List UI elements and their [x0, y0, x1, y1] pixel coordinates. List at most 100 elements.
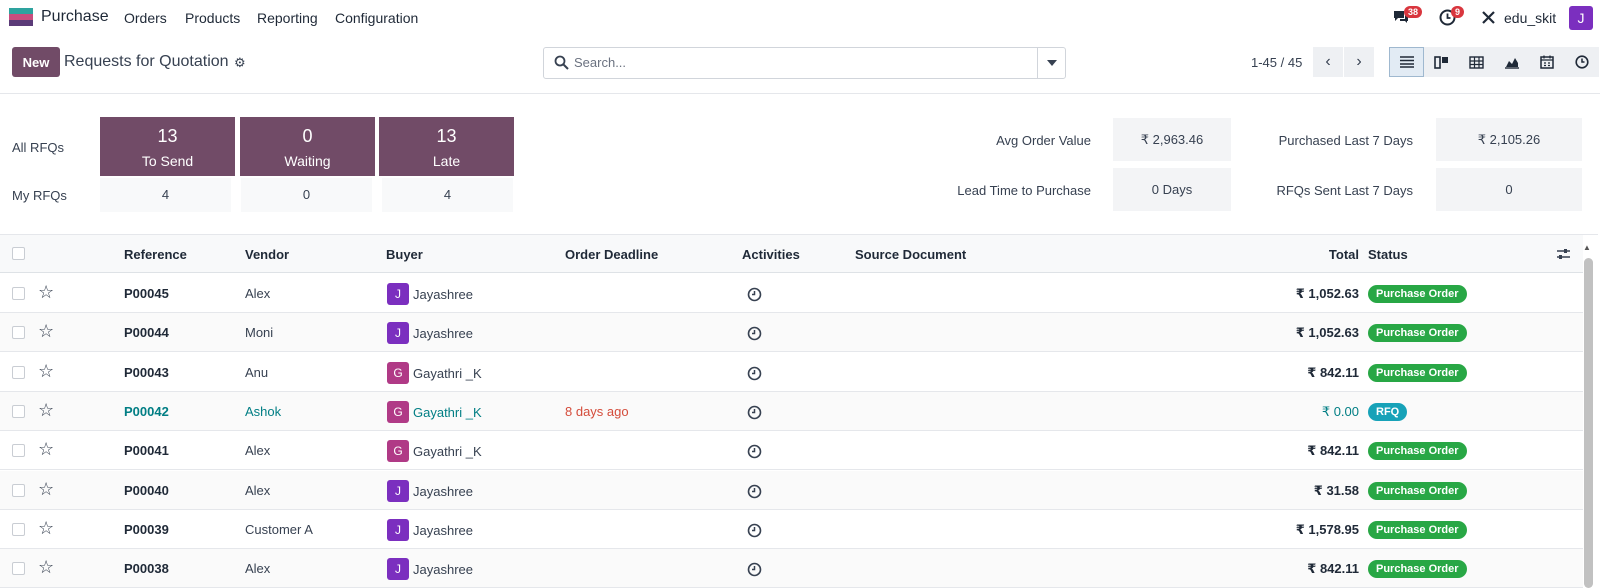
lead-time-value: 0 Days — [1113, 168, 1231, 211]
row-checkbox[interactable] — [12, 287, 25, 300]
tile-waiting[interactable]: 0 Waiting — [240, 117, 375, 176]
star-icon[interactable]: ☆ — [38, 439, 54, 460]
pager-value[interactable]: 1-45 / 45 — [1251, 55, 1302, 70]
menu-orders[interactable]: Orders — [124, 10, 167, 26]
activity-clock-icon[interactable] — [747, 523, 762, 541]
purchased-last-7-days-value: ₹ 2,105.26 — [1436, 118, 1582, 161]
activity-clock-icon[interactable] — [747, 484, 762, 502]
row-reference: P00039 — [124, 521, 169, 537]
user-name[interactable]: edu_skit — [1504, 10, 1556, 26]
row-total: ₹ 842.11 — [1307, 561, 1359, 577]
calendar-view-button[interactable] — [1529, 47, 1564, 77]
row-vendor: Customer A — [245, 521, 313, 537]
star-icon[interactable]: ☆ — [38, 479, 54, 500]
row-checkbox[interactable] — [12, 326, 25, 340]
col-buyer[interactable]: Buyer — [386, 247, 423, 262]
activity-clock-icon[interactable] — [747, 405, 762, 423]
gear-icon[interactable]: ⚙ — [234, 55, 246, 71]
menu-products[interactable]: Products — [185, 10, 240, 26]
row-total: ₹ 1,052.63 — [1295, 286, 1359, 301]
tile-label: To Send — [141, 153, 194, 169]
scrollbar[interactable] — [1584, 258, 1593, 588]
row-checkbox[interactable] — [12, 483, 25, 497]
row-reference: P00040 — [124, 482, 169, 498]
col-status[interactable]: Status — [1368, 247, 1408, 262]
row-checkbox[interactable] — [12, 522, 25, 536]
row-buyer: Jayashree — [413, 483, 473, 499]
table-row[interactable]: ☆ P00038 Alex J Jayashree ₹ 842.11 Purchase Or… — [0, 549, 1583, 588]
activity-clock-icon[interactable] — [747, 287, 762, 305]
buyer-avatar: J — [387, 283, 409, 305]
row-vendor: Alex — [245, 482, 271, 498]
tile-late[interactable]: 13 Late — [379, 117, 514, 176]
status-badge: Purchase Order — [1368, 285, 1467, 303]
star-icon[interactable]: ☆ — [38, 282, 54, 303]
star-icon[interactable]: ☆ — [38, 321, 54, 342]
buyer-avatar: G — [387, 361, 409, 384]
list-icon — [1399, 56, 1414, 68]
col-source-document[interactable]: Source Document — [855, 247, 966, 262]
buyer-avatar: G — [387, 400, 409, 423]
new-button[interactable]: New — [12, 47, 60, 77]
star-icon[interactable]: ☆ — [38, 518, 54, 539]
col-reference[interactable]: Reference — [124, 247, 187, 262]
star-icon[interactable]: ☆ — [38, 361, 54, 382]
avg-order-value-label: Avg Order Value — [996, 133, 1091, 148]
table-row[interactable]: ☆ P00044 Moni J Jayashree ₹ 1,052.63 Purchase … — [0, 313, 1583, 353]
lead-time-label: Lead Time to Purchase — [957, 183, 1091, 198]
table-row[interactable]: ☆ P00041 Alex G Gayathri _K ₹ 842.11 Purchase … — [0, 431, 1583, 471]
activity-clock-icon[interactable] — [747, 326, 762, 344]
tile-to-send[interactable]: 13 To Send — [100, 117, 235, 176]
row-checkbox[interactable] — [12, 365, 25, 379]
col-activities[interactable]: Activities — [742, 247, 800, 262]
row-checkbox[interactable] — [12, 444, 25, 458]
row-checkbox[interactable] — [12, 562, 25, 576]
my-late-count[interactable]: 4 — [382, 178, 513, 212]
row-vendor: Alex — [245, 286, 271, 301]
col-order-deadline[interactable]: Order Deadline — [565, 247, 658, 262]
col-total[interactable]: Total — [1300, 247, 1359, 262]
row-checkbox[interactable] — [12, 404, 25, 418]
table-row[interactable]: ☆ P00045 Alex J Jayashree ₹ 1,052.63 Purchase … — [0, 274, 1583, 313]
menu-configuration[interactable]: Configuration — [335, 10, 418, 26]
pivot-view-button[interactable] — [1459, 47, 1494, 77]
col-vendor[interactable]: Vendor — [245, 247, 289, 262]
app-logo-icon[interactable] — [9, 8, 33, 26]
select-all-checkbox[interactable] — [12, 247, 25, 260]
scroll-up-arrow[interactable]: ▲ — [1583, 243, 1591, 252]
row-reference: P00038 — [124, 561, 169, 577]
avg-order-value: ₹ 2,963.46 — [1113, 118, 1231, 161]
list-view-button[interactable] — [1389, 47, 1424, 77]
activity-clock-icon[interactable] — [747, 444, 762, 462]
search-input[interactable] — [574, 55, 1014, 70]
row-vendor: Moni — [245, 325, 274, 341]
menu-reporting[interactable]: Reporting — [257, 10, 318, 26]
my-to-send-count[interactable]: 4 — [100, 178, 231, 212]
row-reference: P00043 — [124, 364, 169, 380]
optional-columns-toggle[interactable] — [1556, 247, 1571, 264]
debug-tools-button[interactable] — [1481, 10, 1496, 28]
table-row[interactable]: ☆ P00040 Alex J Jayashree ₹ 31.58 Purchase Ord… — [0, 470, 1583, 510]
table-row[interactable]: ☆ P00042 Ashok G Gayathri _K 8 days ago ₹ 0.00… — [0, 391, 1583, 431]
search-options-toggle[interactable] — [1037, 48, 1065, 78]
user-avatar[interactable]: J — [1569, 6, 1593, 30]
activity-view-button[interactable] — [1564, 47, 1599, 77]
my-waiting-count[interactable]: 0 — [241, 178, 372, 212]
activity-clock-icon[interactable] — [747, 366, 762, 384]
top-navbar: Purchase Orders Products Reporting Confi… — [0, 0, 1600, 36]
tile-label: Late — [432, 153, 461, 169]
table-row[interactable]: ☆ P00039 Customer A J Jayashree ₹ 1,578.95 Pur… — [0, 509, 1583, 549]
graph-view-button[interactable] — [1494, 47, 1529, 77]
activity-clock-icon[interactable] — [747, 562, 762, 580]
row-vendor: Ashok — [245, 403, 282, 419]
table-row[interactable]: ☆ P00043 Anu G Gayathri _K ₹ 842.11 Purchase O… — [0, 352, 1583, 392]
kanban-view-button[interactable] — [1424, 47, 1459, 77]
pager-next-button[interactable]: › — [1344, 47, 1374, 77]
star-icon[interactable]: ☆ — [38, 400, 54, 421]
chevron-left-icon: ‹ — [1325, 53, 1331, 70]
pager-previous-button[interactable]: ‹ — [1313, 47, 1343, 77]
star-icon[interactable]: ☆ — [38, 557, 54, 578]
row-total: ₹ 842.11 — [1307, 443, 1359, 459]
app-name[interactable]: Purchase — [41, 8, 109, 26]
tile-count: 0 — [302, 126, 313, 146]
